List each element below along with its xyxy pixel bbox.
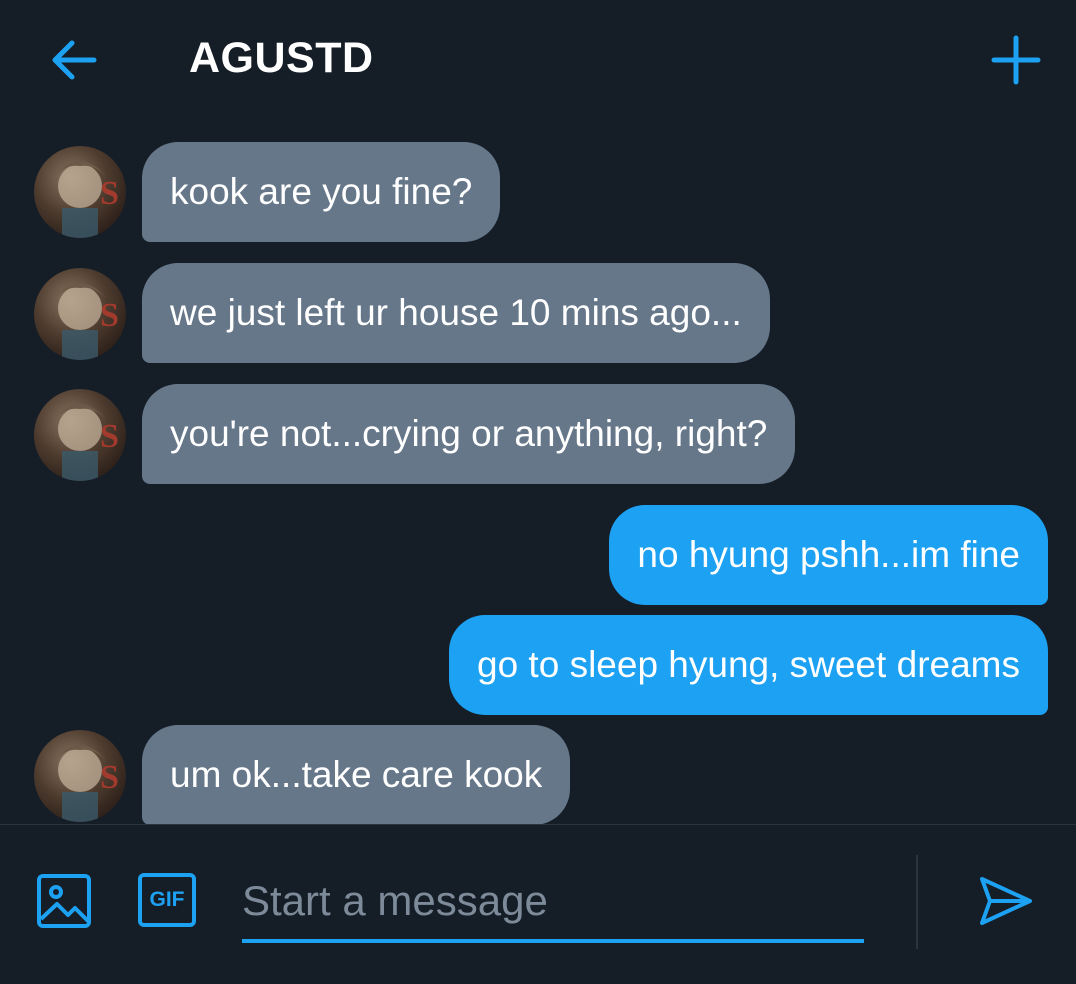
message-composer: GIF [0, 824, 1076, 984]
message-bubble-outgoing[interactable]: no hyung pshh...im fine [609, 505, 1048, 605]
svg-text:S: S [100, 297, 119, 334]
conversation-header: AGUSTD [0, 0, 1076, 120]
arrow-left-icon [52, 40, 97, 80]
add-button[interactable] [988, 32, 1044, 88]
avatar-image: S [54, 161, 119, 238]
avatar[interactable]: S [34, 730, 126, 822]
dm-conversation-screen: AGUSTD S kook are you fine? S we just le… [0, 0, 1076, 984]
back-button[interactable] [44, 32, 104, 88]
image-icon [37, 874, 91, 928]
send-button[interactable] [976, 873, 1034, 929]
add-image-button[interactable] [36, 873, 92, 929]
avatar[interactable]: S [34, 146, 126, 238]
svg-text:S: S [100, 418, 119, 455]
send-icon [980, 877, 1032, 925]
add-gif-button[interactable]: GIF [138, 873, 196, 927]
message-bubble-incoming[interactable]: kook are you fine? [142, 142, 501, 242]
composer-divider [916, 855, 918, 949]
message-bubble-incoming[interactable]: um ok...take care kook [142, 725, 571, 825]
avatar-image: S [54, 283, 119, 360]
message-input[interactable] [242, 863, 864, 943]
conversation-title: AGUSTD [189, 34, 374, 82]
svg-text:S: S [100, 759, 119, 796]
avatar-image: S [54, 404, 119, 481]
avatar[interactable]: S [34, 268, 126, 360]
avatar[interactable]: S [34, 389, 126, 481]
avatar-image: S [54, 745, 119, 822]
message-bubble-incoming[interactable]: we just left ur house 10 mins ago... [142, 263, 770, 363]
message-bubble-incoming[interactable]: you're not...crying or anything, right? [142, 384, 796, 484]
plus-icon [991, 35, 1041, 85]
svg-text:S: S [100, 175, 119, 212]
message-bubble-outgoing[interactable]: go to sleep hyung, sweet dreams [449, 615, 1048, 715]
